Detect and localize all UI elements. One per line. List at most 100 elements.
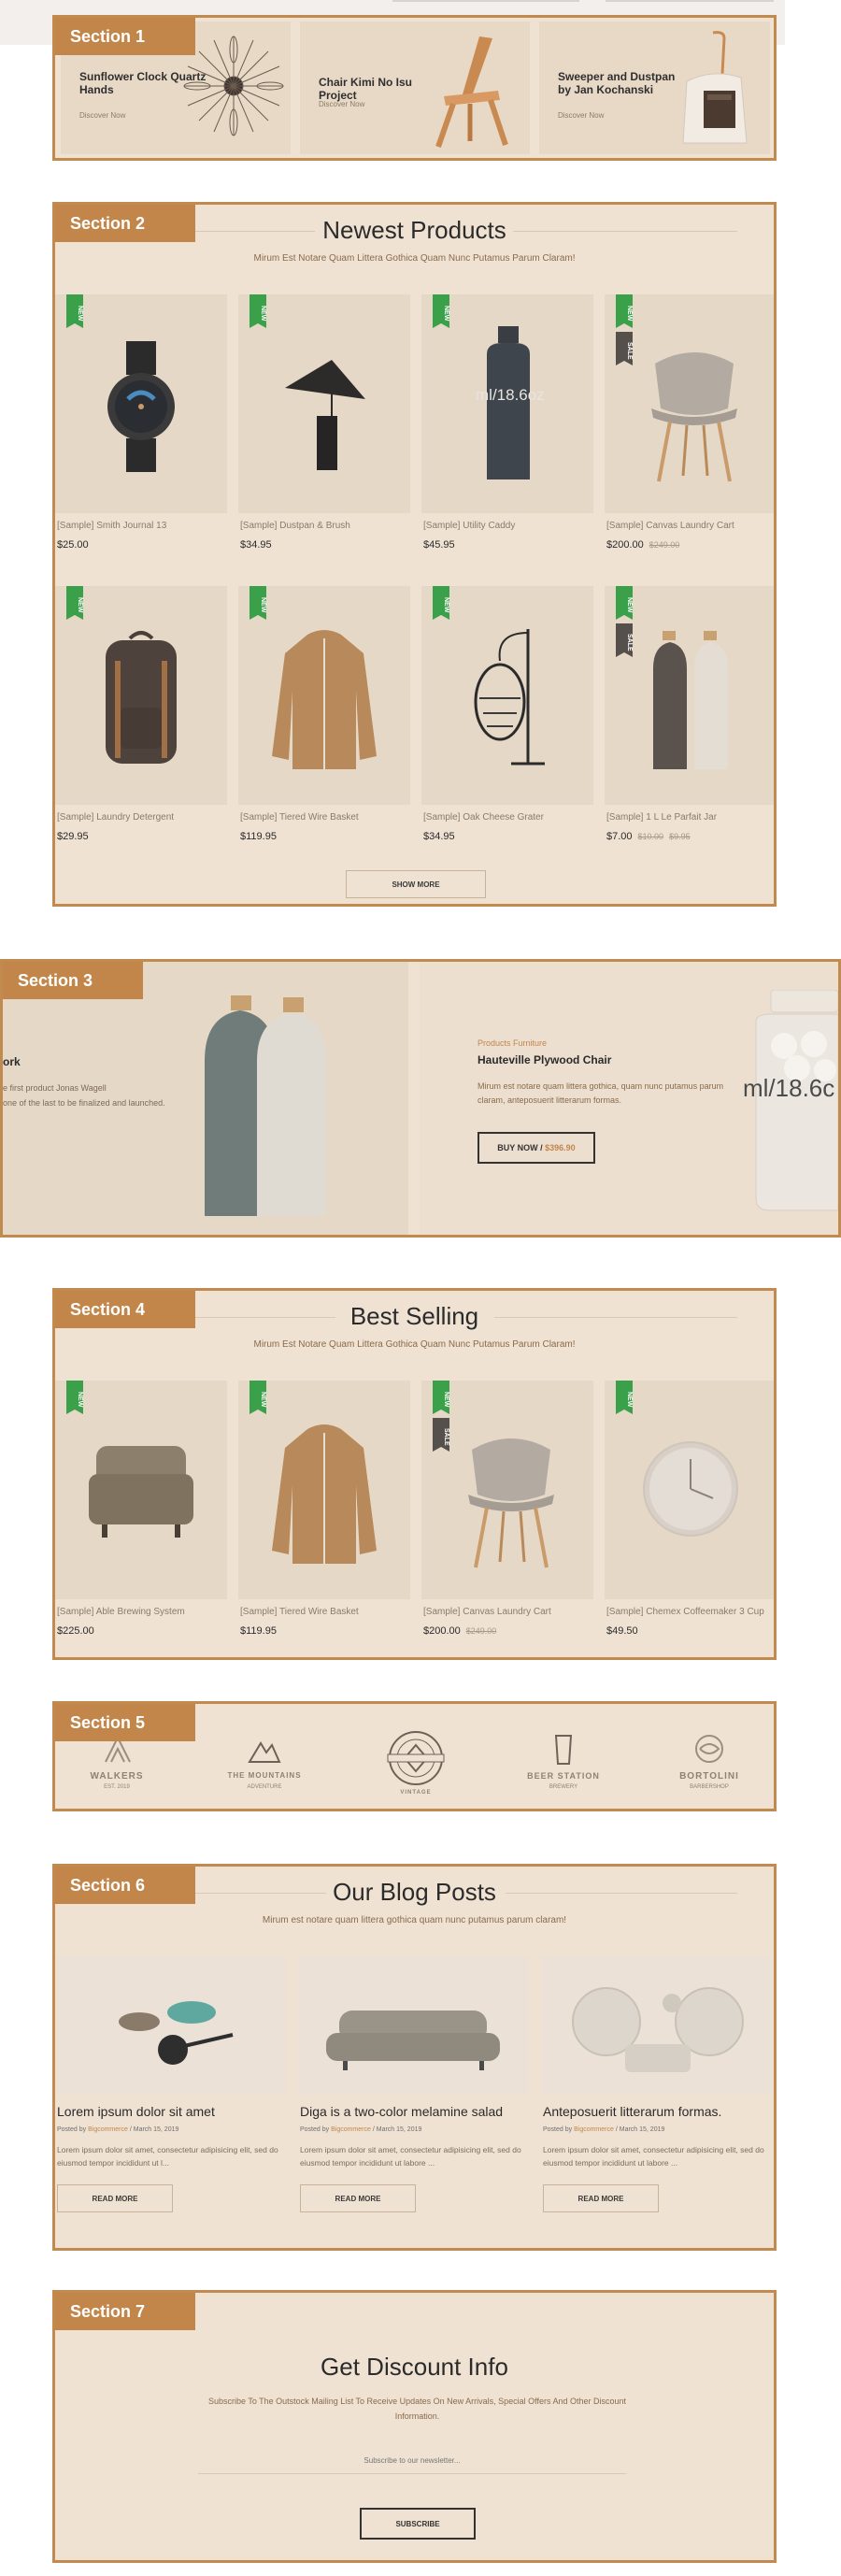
product-name[interactable]: [Sample] Utility Caddy bbox=[423, 521, 515, 531]
new-badge: NEW bbox=[249, 294, 266, 328]
blog-author[interactable]: Bigcommerce bbox=[331, 2126, 371, 2133]
blog-author[interactable]: Bigcommerce bbox=[88, 2126, 128, 2133]
product-price: $200.00 $249.00 bbox=[423, 1625, 496, 1637]
brand-name: WALKERS bbox=[90, 1771, 144, 1782]
product-name[interactable]: [Sample] Laundry Detergent bbox=[57, 812, 174, 823]
product-name[interactable]: [Sample] Tiered Wire Basket bbox=[240, 812, 359, 823]
brand-logo-beer-station[interactable]: BEER STATION BREWERY bbox=[507, 1724, 620, 1799]
brand-sub: BREWERY bbox=[549, 1784, 578, 1790]
product-price: $225.00 bbox=[57, 1625, 94, 1637]
blog-image[interactable] bbox=[541, 1956, 772, 2095]
blog-title[interactable]: Anteposuerit litterarum formas. bbox=[543, 2104, 721, 2119]
product-price: $49.50 bbox=[606, 1625, 638, 1637]
subscribe-button[interactable]: SUBSCRIBE bbox=[360, 2508, 476, 2540]
blog-title[interactable]: Diga is a two-color melamine salad bbox=[300, 2104, 503, 2119]
price-value: $225.00 bbox=[57, 1625, 94, 1637]
price-value: $29.95 bbox=[57, 831, 89, 842]
jacket-icon bbox=[272, 630, 377, 769]
price-value: $119.95 bbox=[240, 1625, 277, 1637]
brand-name: BEER STATION bbox=[527, 1771, 600, 1781]
watch-icon bbox=[107, 341, 175, 472]
section-title: Our Blog Posts bbox=[333, 1878, 496, 1906]
section-1-categories: Sunflower Clock Quartz Hands Discover No… bbox=[52, 15, 777, 161]
product-image[interactable] bbox=[55, 294, 227, 513]
product-name[interactable]: [Sample] Able Brewing System bbox=[57, 1607, 185, 1617]
product-name[interactable]: [Sample] Smith Journal 13 bbox=[57, 521, 166, 531]
old-price: $249.00 bbox=[649, 540, 680, 550]
discover-now-link[interactable]: Discover Now bbox=[79, 111, 125, 120]
product-image[interactable]: ml/18.6oz bbox=[421, 294, 593, 513]
beer-glass-icon bbox=[554, 1735, 573, 1765]
section-subtitle: Mirum Est Notare Quam Littera Gothica Qu… bbox=[253, 253, 576, 264]
read-more-button[interactable]: READ MORE bbox=[543, 2184, 659, 2212]
read-more-button[interactable]: READ MORE bbox=[300, 2184, 416, 2212]
product-image[interactable] bbox=[421, 586, 593, 805]
price-value: $200.00 bbox=[423, 1625, 461, 1637]
new-badge: NEW bbox=[66, 294, 83, 328]
wall-clock-icon bbox=[643, 1441, 738, 1537]
brand-logo-vintage[interactable]: VINTAGE bbox=[360, 1724, 472, 1799]
product-name[interactable]: [Sample] Chemex Coffeemaker 3 Cup bbox=[606, 1607, 764, 1617]
new-badge: NEW bbox=[249, 1381, 266, 1414]
product-image[interactable] bbox=[55, 586, 227, 805]
category-card-chair[interactable]: Chair Kimi No Isu Project Discover Now bbox=[300, 21, 530, 154]
product-image[interactable] bbox=[55, 1381, 227, 1599]
hanging-chair-icon bbox=[474, 629, 545, 766]
product-image[interactable] bbox=[238, 294, 410, 513]
read-more-button[interactable]: READ MORE bbox=[57, 2184, 173, 2212]
bortolini-logo-icon bbox=[695, 1735, 723, 1763]
blog-meta: Posted by Bigcommerce / March 15, 2019 bbox=[300, 2126, 421, 2133]
product-price: $119.95 bbox=[240, 831, 277, 842]
hero-left-heading: ork bbox=[3, 1055, 21, 1068]
product-name[interactable]: [Sample] 1 L Le Parfait Jar bbox=[606, 812, 717, 823]
sale-badge: SALE bbox=[616, 332, 633, 365]
blog-date: / March 15, 2019 bbox=[372, 2126, 422, 2133]
new-badge: NEW bbox=[66, 1381, 83, 1414]
product-name[interactable]: [Sample] Oak Cheese Grater bbox=[423, 812, 544, 823]
new-badge: NEW bbox=[249, 586, 266, 620]
section-3-hero: ork e first product Jonas Wagell one of … bbox=[0, 959, 841, 1238]
blog-author[interactable]: Bigcommerce bbox=[574, 2126, 614, 2133]
blog-image[interactable] bbox=[55, 1956, 286, 2095]
blog-title[interactable]: Lorem ipsum dolor sit amet bbox=[57, 2104, 215, 2119]
product-price: $119.95 bbox=[240, 1625, 277, 1637]
product-image[interactable] bbox=[238, 586, 410, 805]
old-price: $10.00 bbox=[637, 832, 664, 841]
section-6-blog: Section 6 Our Blog Posts Mirum est notar… bbox=[52, 1864, 777, 2251]
section-1-tag: Section 1 bbox=[55, 18, 195, 55]
show-more-button[interactable]: SHOW MORE bbox=[346, 870, 486, 898]
product-name[interactable]: [Sample] Dustpan & Brush bbox=[240, 521, 350, 531]
product-name[interactable]: [Sample] Canvas Laundry Cart bbox=[606, 521, 734, 531]
brand-logo-mountains[interactable]: THE MOUNTAINS ADVENTURE bbox=[208, 1724, 321, 1799]
product-price: $200.00 $249.00 bbox=[606, 539, 679, 551]
brand-name: VINTAGE bbox=[400, 1790, 432, 1796]
buy-now-button[interactable]: BUY NOW / $396.90 bbox=[478, 1132, 595, 1164]
discover-now-link[interactable]: Discover Now bbox=[558, 111, 604, 120]
sale-badge: SALE bbox=[616, 623, 633, 657]
newsletter-title: Get Discount Info bbox=[321, 2353, 508, 2381]
brand-logo-bortolini[interactable]: BORTOLINI BARBERSHOP bbox=[653, 1724, 765, 1799]
blog-image[interactable] bbox=[298, 1956, 529, 2095]
product-image[interactable] bbox=[605, 294, 774, 513]
category-card-sweeper[interactable]: Sweeper and Dustpan by Jan Kochanski Dis… bbox=[539, 21, 770, 154]
brand-name: BORTOLINI bbox=[679, 1771, 739, 1782]
product-image[interactable] bbox=[421, 1381, 593, 1599]
product-name[interactable]: [Sample] Canvas Laundry Cart bbox=[423, 1607, 551, 1617]
discover-now-link[interactable]: Discover Now bbox=[319, 100, 364, 108]
product-image[interactable] bbox=[605, 1381, 774, 1599]
brand-name: THE MOUNTAINS bbox=[227, 1771, 302, 1780]
product-price: $34.95 bbox=[423, 831, 455, 842]
product-name[interactable]: [Sample] Tiered Wire Basket bbox=[240, 1607, 359, 1617]
newsletter-email-input[interactable] bbox=[198, 2448, 626, 2474]
new-badge: NEW bbox=[433, 1381, 449, 1414]
hero-left-text: one of the last to be finalized and laun… bbox=[3, 1098, 165, 1108]
sofa-icon bbox=[326, 2011, 500, 2070]
section-7-newsletter: Section 7 Get Discount Info Subscribe To… bbox=[52, 2290, 777, 2563]
product-image[interactable] bbox=[605, 586, 774, 805]
hero-left-text: e first product Jonas Wagell bbox=[3, 1083, 107, 1093]
product-image[interactable] bbox=[238, 1381, 410, 1599]
new-badge: NEW bbox=[66, 586, 83, 620]
hero-right-panel: Products Furniture Hauteville Plywood Ch… bbox=[420, 962, 838, 1235]
speakers-icon bbox=[572, 1987, 744, 2072]
lamp-icon bbox=[285, 360, 365, 470]
